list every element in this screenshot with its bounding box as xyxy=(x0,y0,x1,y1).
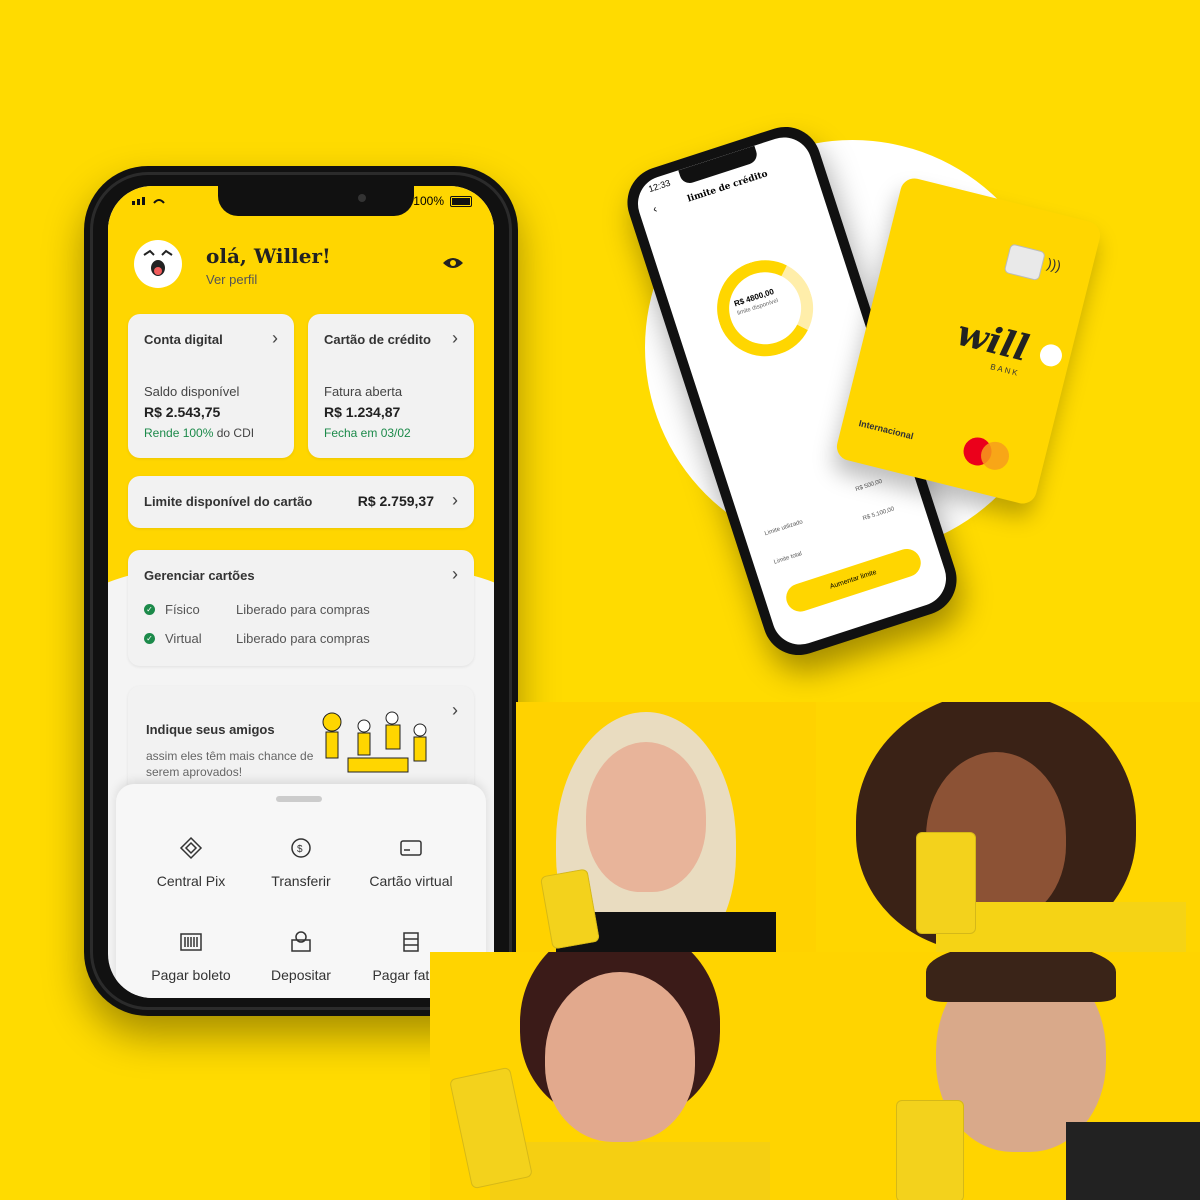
action-label: Depositar xyxy=(271,967,331,983)
action-label: Transferir xyxy=(271,873,331,889)
hair xyxy=(926,952,1116,1002)
card-limit-label: Limite disponível do cartão xyxy=(144,494,313,509)
battery-percent: 100% xyxy=(413,194,444,208)
eye-icon[interactable] xyxy=(442,256,464,270)
battery-icon xyxy=(450,195,472,207)
greeting-title: olá, Willer! xyxy=(206,244,331,268)
physical-card-row: ✓ Físico xyxy=(144,602,200,617)
svg-text:$: $ xyxy=(297,844,303,855)
credit-card-title: Cartão de crédito xyxy=(324,332,431,347)
international-label: Internacional xyxy=(857,418,915,442)
card-icon xyxy=(400,840,422,856)
will-logo: will xyxy=(952,311,1033,370)
manage-cards-card[interactable]: Gerenciar cartões › ✓ Físico Liberado par… xyxy=(128,550,474,666)
sheet-handle[interactable] xyxy=(276,796,322,802)
jacket xyxy=(1066,1122,1200,1200)
refer-title: Indique seus amigos xyxy=(146,722,275,737)
chevron-right-icon: › xyxy=(272,328,278,348)
logo-dot xyxy=(1037,342,1065,369)
back-arrow-icon[interactable]: ‹ xyxy=(651,203,658,216)
used-limit-value: R$ 500,00 xyxy=(854,478,884,494)
virtual-card-button[interactable]: Cartão virtual xyxy=(356,836,466,889)
credit-card-card[interactable]: Cartão de crédito › Fatura aberta R$ 1.2… xyxy=(308,314,474,458)
chevron-right-icon: › xyxy=(452,564,458,584)
yield-note-rest: do CDI xyxy=(213,426,255,440)
yield-note: Rende 100% do CDI xyxy=(144,426,254,440)
face xyxy=(586,742,706,892)
card-limit-row[interactable]: Limite disponível do cartão R$ 2.759,37 … xyxy=(128,476,474,528)
yield-note-green: Rende 100% xyxy=(144,426,214,440)
photo-blonde-woman xyxy=(516,702,816,952)
digital-account-card[interactable]: Conta digital › Saldo disponível R$ 2.54… xyxy=(128,314,294,458)
mini-card xyxy=(916,832,976,934)
view-profile-link[interactable]: Ver perfil xyxy=(206,272,257,287)
action-label: Pagar boleto xyxy=(151,967,231,983)
card-type: Virtual xyxy=(165,631,202,646)
contactless-icon: ))) xyxy=(1045,254,1063,274)
total-limit-label: Limite total xyxy=(773,551,803,566)
refer-friends-card[interactable]: Indique seus amigos assim eles têm mais … xyxy=(128,686,474,796)
central-pix-button[interactable]: Central Pix xyxy=(136,836,246,889)
card-type: Físico xyxy=(165,602,200,617)
chevron-right-icon: › xyxy=(452,490,458,510)
increase-limit-button[interactable]: Aumentar limite xyxy=(782,545,925,616)
action-label: Central Pix xyxy=(156,873,226,889)
app-screen: 100% olá, Willer! Ver perfil Conta digit… xyxy=(108,186,494,998)
manage-cards-title: Gerenciar cartões xyxy=(144,568,255,583)
card-status: Liberado para compras xyxy=(236,631,370,646)
transfer-icon: $ xyxy=(291,838,311,858)
pay-bill-button[interactable]: Pagar boleto xyxy=(136,930,246,983)
deposit-button[interactable]: Depositar xyxy=(246,930,356,983)
chevron-right-icon: › xyxy=(452,328,458,348)
digital-account-title: Conta digital xyxy=(144,332,223,347)
mini-card xyxy=(449,1066,533,1190)
status-time: 12:33 xyxy=(647,177,672,195)
photo-smiling-woman xyxy=(430,952,816,1200)
mini-card xyxy=(896,1100,964,1200)
pix-icon xyxy=(179,836,203,860)
status-battery: 100% xyxy=(413,194,472,208)
chip-icon xyxy=(1003,243,1046,282)
camera-icon xyxy=(358,194,366,202)
open-invoice-label: Fatura aberta xyxy=(324,384,403,399)
photo-tattooed-man xyxy=(816,952,1200,1200)
transfer-button[interactable]: $ Transferir xyxy=(246,836,356,889)
refer-description: assim eles têm mais chance de serem apro… xyxy=(146,749,314,779)
check-icon: ✓ xyxy=(144,633,155,644)
friends-illustration xyxy=(322,711,427,773)
avatar[interactable] xyxy=(134,240,182,288)
balance-value: R$ 2.543,75 xyxy=(144,404,221,420)
used-limit-label: Limite utilizado xyxy=(764,519,804,538)
phone-notch xyxy=(218,186,414,216)
face xyxy=(545,972,695,1142)
main-phone: 100% olá, Willer! Ver perfil Conta digit… xyxy=(84,166,518,1016)
balance-label: Saldo disponível xyxy=(144,384,240,399)
card-limit-value: R$ 2.759,37 xyxy=(357,493,434,509)
total-limit-value: R$ 5.100,00 xyxy=(862,506,896,523)
open-invoice-value: R$ 1.234,87 xyxy=(324,404,401,420)
chevron-right-icon: › xyxy=(452,700,458,720)
barcode-icon xyxy=(180,933,202,951)
closing-date-note: Fecha em 03/02 xyxy=(324,426,411,440)
check-icon: ✓ xyxy=(144,604,155,615)
virtual-card-row: ✓ Virtual xyxy=(144,631,202,646)
photo-curly-hair-woman xyxy=(816,702,1200,952)
invoice-icon xyxy=(403,932,419,952)
action-label: Cartão virtual xyxy=(369,873,453,889)
deposit-icon xyxy=(291,931,311,952)
card-status: Liberado para compras xyxy=(236,602,370,617)
signal-icon xyxy=(132,194,172,208)
